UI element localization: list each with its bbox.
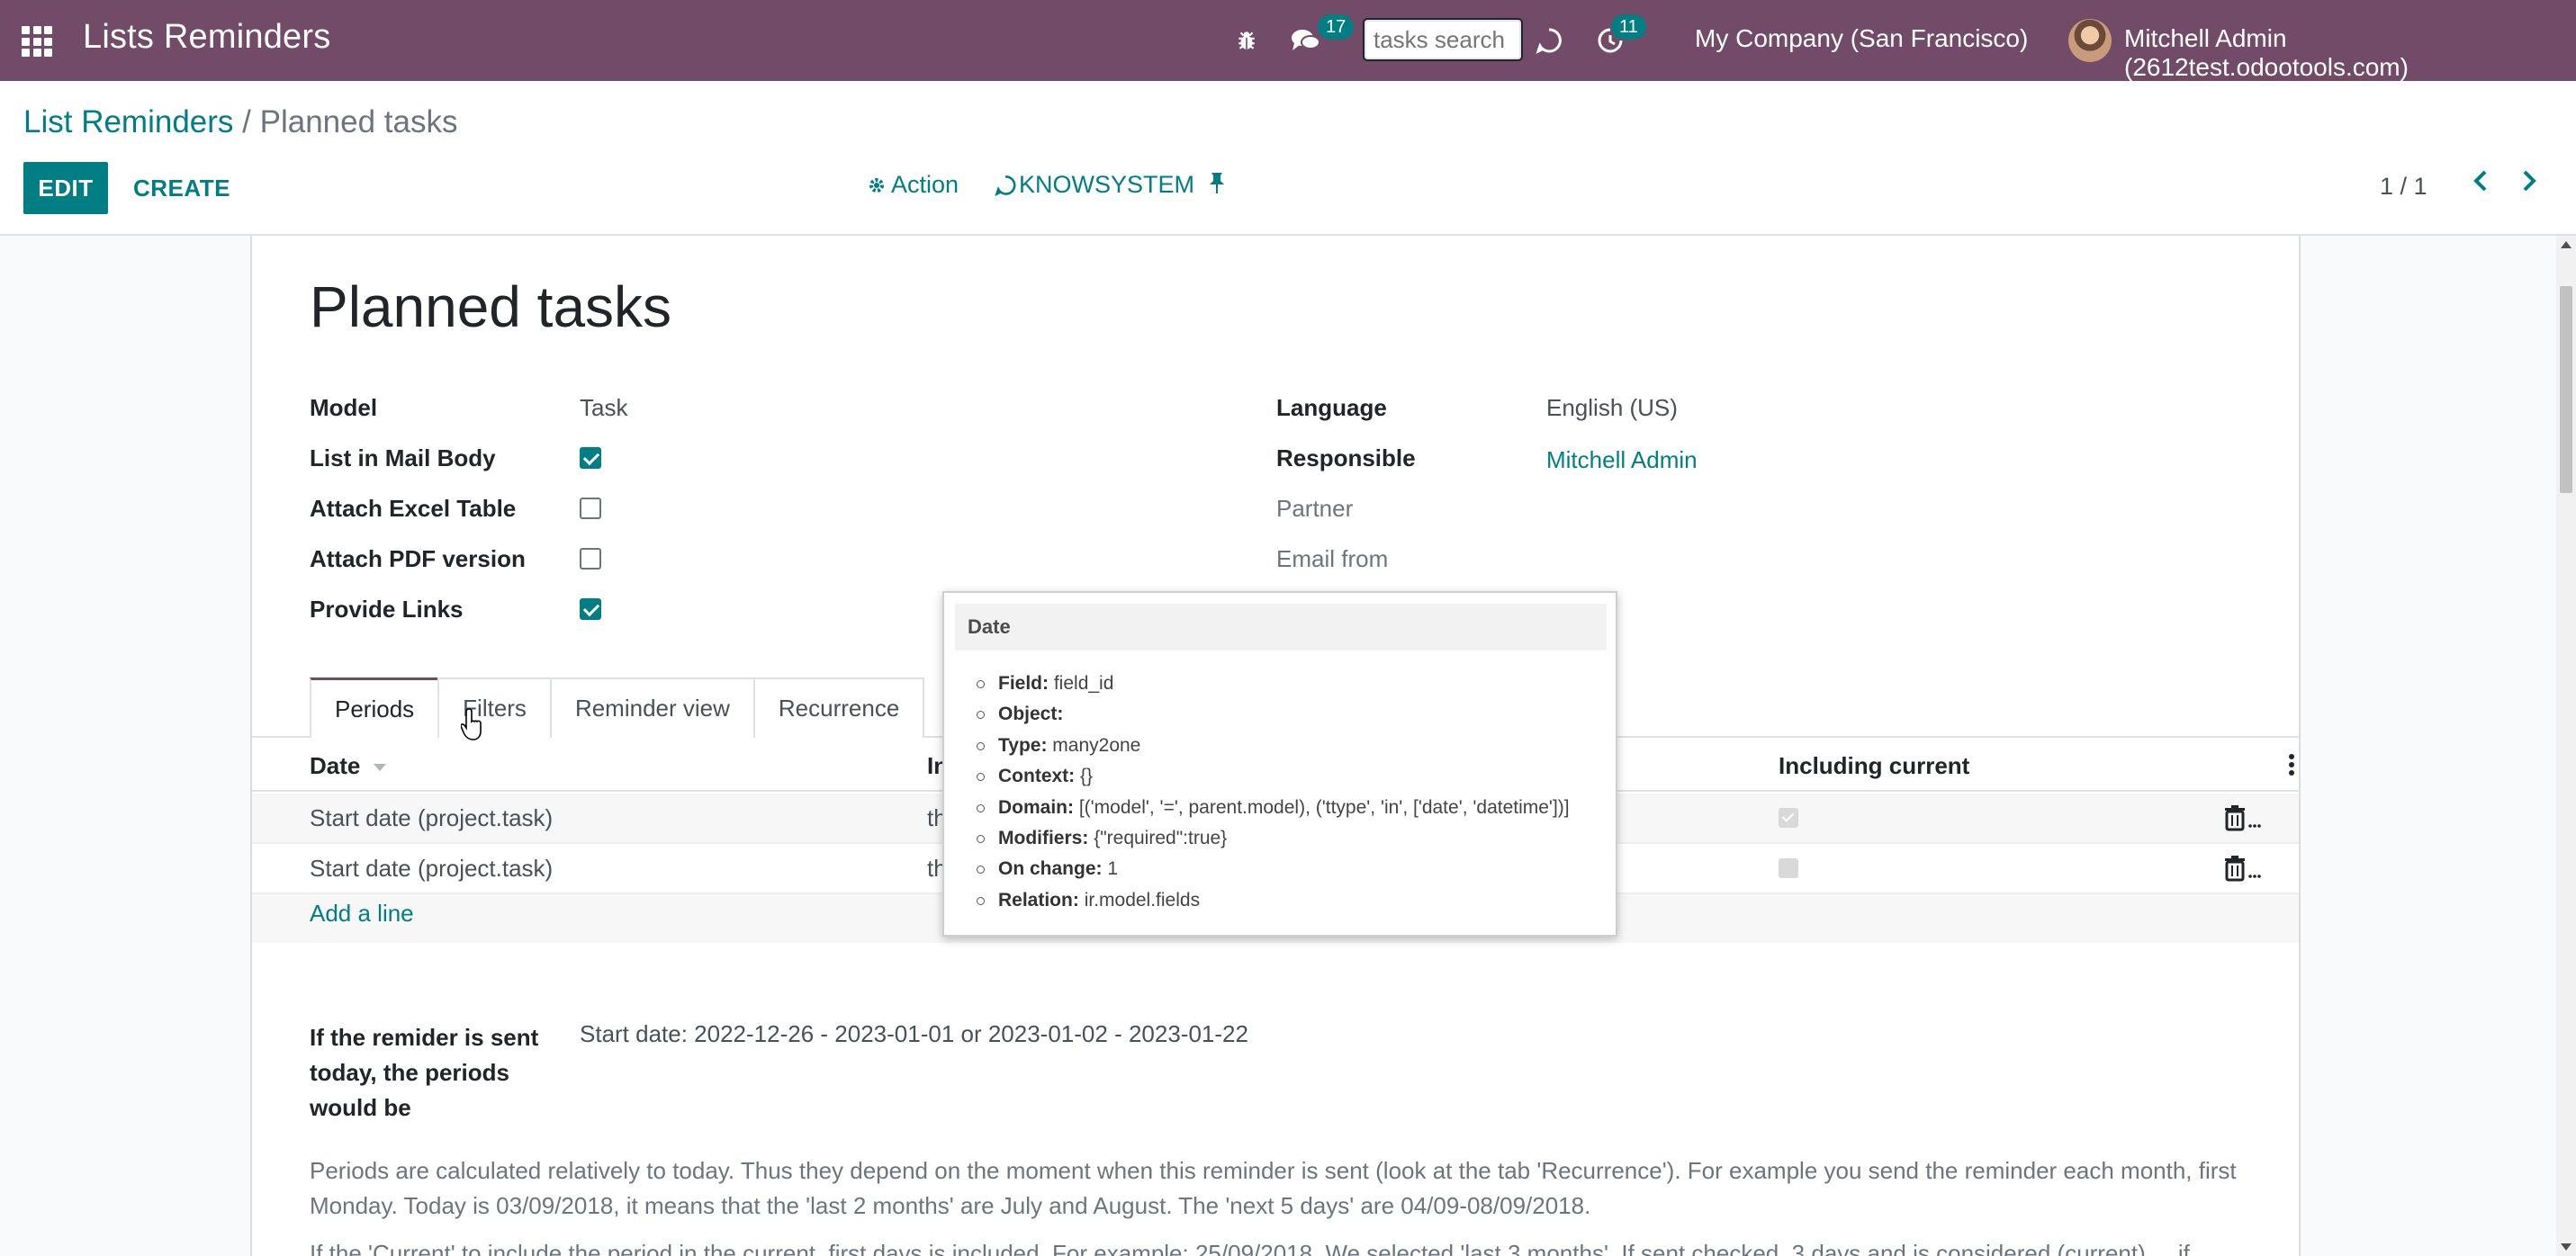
tooltip-item: Context: {} bbox=[977, 761, 1570, 792]
add-a-line-link[interactable]: Add a line bbox=[310, 900, 414, 928]
messages-chat-icon[interactable] bbox=[1291, 0, 1321, 81]
activity-clock-icon[interactable] bbox=[1597, 0, 1624, 81]
notebook-tabs: Periods Filters Reminder view Recurrence bbox=[310, 677, 925, 738]
sort-down-icon bbox=[373, 764, 386, 772]
trash-icon[interactable] bbox=[2225, 804, 2261, 836]
debug-bug-icon[interactable] bbox=[1235, 0, 1258, 81]
list-in-mail-body-label: List in Mail Body bbox=[310, 444, 496, 471]
top-navbar: Lists Reminders 17 11 My Company (San Fr… bbox=[0, 0, 2576, 81]
create-button[interactable]: CREATE bbox=[133, 162, 230, 214]
periods-preview-value: Start date: 2022-12-26 - 2023-01-01 or 2… bbox=[580, 1020, 1248, 1047]
company-switcher[interactable]: My Company (San Francisco) bbox=[1695, 24, 2028, 53]
periods-preview-label: If the remider is sent today, the period… bbox=[310, 1024, 539, 1121]
record-title: Planned tasks bbox=[310, 274, 672, 339]
edit-button[interactable]: EDIT bbox=[23, 162, 108, 214]
tab-periods[interactable]: Periods bbox=[310, 677, 440, 738]
tab-recurrence[interactable]: Recurrence bbox=[752, 677, 925, 738]
chevron-left-icon[interactable] bbox=[2470, 167, 2491, 199]
activity-badge: 11 bbox=[1611, 14, 1646, 40]
model-value: Task bbox=[580, 394, 628, 421]
tooltip-item: On change: 1 bbox=[977, 854, 1570, 884]
apps-menu-icon[interactable] bbox=[22, 26, 52, 57]
list-in-mail-body-checkbox[interactable] bbox=[580, 447, 601, 469]
scrollbar-thumb[interactable] bbox=[2560, 286, 2572, 493]
tooltip-item: Field: field_id bbox=[977, 668, 1570, 699]
hand-cursor-icon bbox=[460, 707, 488, 746]
action-label: Action bbox=[891, 171, 959, 198]
responsible-label: Responsible bbox=[1276, 444, 1416, 471]
scroll-up-arrow-icon[interactable] bbox=[2561, 241, 2571, 248]
partner-label: Partner bbox=[1276, 495, 1354, 522]
attach-pdf-version-checkbox[interactable] bbox=[580, 548, 601, 570]
language-value[interactable]: English (US) bbox=[1546, 394, 1678, 422]
tooltip-item: Modifiers: {"required":true} bbox=[977, 823, 1570, 854]
pin-icon[interactable] bbox=[1208, 171, 1226, 201]
chevron-right-icon[interactable] bbox=[2518, 167, 2540, 199]
attach-excel-table-label: Attach Excel Table bbox=[310, 495, 517, 522]
row-including-current-checkbox bbox=[1779, 808, 1798, 828]
breadcrumb-separator: / bbox=[242, 104, 251, 139]
messages-badge: 17 bbox=[1318, 14, 1355, 40]
breadcrumb-current: Planned tasks bbox=[259, 104, 458, 139]
row-date-cell: Start date (project.task) bbox=[310, 855, 554, 882]
model-label: Model bbox=[310, 394, 378, 421]
knowsystem-icon bbox=[995, 175, 1016, 196]
tooltip-details-list: Field: field_id Object: Type: many2one C… bbox=[977, 668, 1570, 916]
knowsystem-button[interactable]: KNOWSYSTEM bbox=[994, 171, 1194, 199]
tooltip-item: Type: many2one bbox=[977, 731, 1570, 761]
scroll-down-arrow-icon[interactable] bbox=[2561, 1243, 2571, 1251]
user-menu[interactable]: Mitchell Admin (2612test.odootools.com) bbox=[2124, 24, 2576, 82]
tooltip-item: Domain: [('model', '=', parent.model), (… bbox=[977, 793, 1570, 823]
action-menu-button[interactable]: Action bbox=[868, 171, 959, 199]
control-panel: List Reminders / Planned tasks EDIT CREA… bbox=[0, 81, 2576, 236]
pager-value[interactable]: 1 / 1 bbox=[2380, 173, 2427, 201]
column-date-label: Date bbox=[310, 752, 361, 779]
optional-columns-icon[interactable] bbox=[2288, 752, 2295, 777]
column-including-current-header[interactable]: Including current bbox=[1779, 752, 1969, 780]
attach-excel-table-checkbox[interactable] bbox=[580, 498, 601, 519]
app-title[interactable]: Lists Reminders bbox=[83, 18, 330, 57]
tab-filters[interactable]: Filters bbox=[437, 677, 552, 738]
email-from-label: Email from bbox=[1276, 545, 1389, 572]
user-avatar[interactable] bbox=[2068, 19, 2112, 62]
language-label: Language bbox=[1276, 394, 1387, 421]
provide-links-checkbox[interactable] bbox=[580, 598, 601, 620]
provide-links-label: Provide Links bbox=[310, 596, 464, 623]
responsible-value[interactable]: Mitchell Admin bbox=[1546, 446, 1698, 474]
breadcrumb-parent-link[interactable]: List Reminders bbox=[23, 104, 233, 139]
periods-help-text-continued: If the 'Current' to include the period i… bbox=[310, 1240, 2190, 1256]
knowsystem-label: KNOWSYSTEM bbox=[1019, 171, 1195, 198]
field-debug-tooltip: Date Field: field_id Object: Type: many2… bbox=[942, 591, 1617, 937]
tooltip-item: Object: bbox=[977, 699, 1570, 730]
periods-help-text: Periods are calculated relatively to tod… bbox=[310, 1157, 2237, 1219]
trash-icon[interactable] bbox=[2225, 855, 2261, 886]
tooltip-title: Date bbox=[955, 604, 1607, 650]
gear-icon bbox=[869, 177, 884, 193]
attach-pdf-version-label: Attach PDF version bbox=[310, 545, 526, 572]
tooltip-item: Relation: ir.model.fields bbox=[977, 885, 1570, 916]
tab-reminder-view[interactable]: Reminder view bbox=[549, 677, 755, 738]
knowsystem-icon[interactable] bbox=[1536, 0, 1563, 81]
row-date-cell: Start date (project.task) bbox=[310, 804, 554, 831]
breadcrumb: List Reminders / Planned tasks bbox=[23, 104, 458, 140]
row-including-current-checkbox bbox=[1779, 858, 1798, 878]
tasks-search-input[interactable] bbox=[1363, 18, 1523, 61]
column-date-header[interactable]: Date bbox=[310, 752, 387, 780]
page-scrollbar[interactable] bbox=[2556, 236, 2576, 1256]
